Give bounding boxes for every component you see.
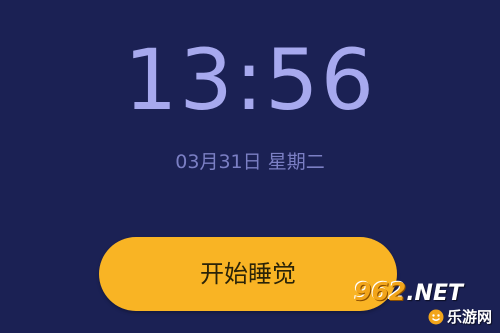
site-watermark: 962.NET 乐游网 xyxy=(354,277,494,329)
watermark-site-name-row: 乐游网 xyxy=(428,307,492,327)
start-sleep-button[interactable]: 开始睡觉 xyxy=(99,237,397,311)
time-display: 13:56 xyxy=(123,31,377,129)
watermark-number: 962 xyxy=(354,277,407,306)
smiley-badge-icon xyxy=(428,309,444,325)
watermark-logo: 962.NET xyxy=(354,277,494,307)
date-display: 03月31日 星期二 xyxy=(175,151,325,173)
start-sleep-label: 开始睡觉 xyxy=(200,260,296,288)
watermark-site-name: 乐游网 xyxy=(446,308,492,326)
watermark-domain: .NET xyxy=(406,281,463,306)
